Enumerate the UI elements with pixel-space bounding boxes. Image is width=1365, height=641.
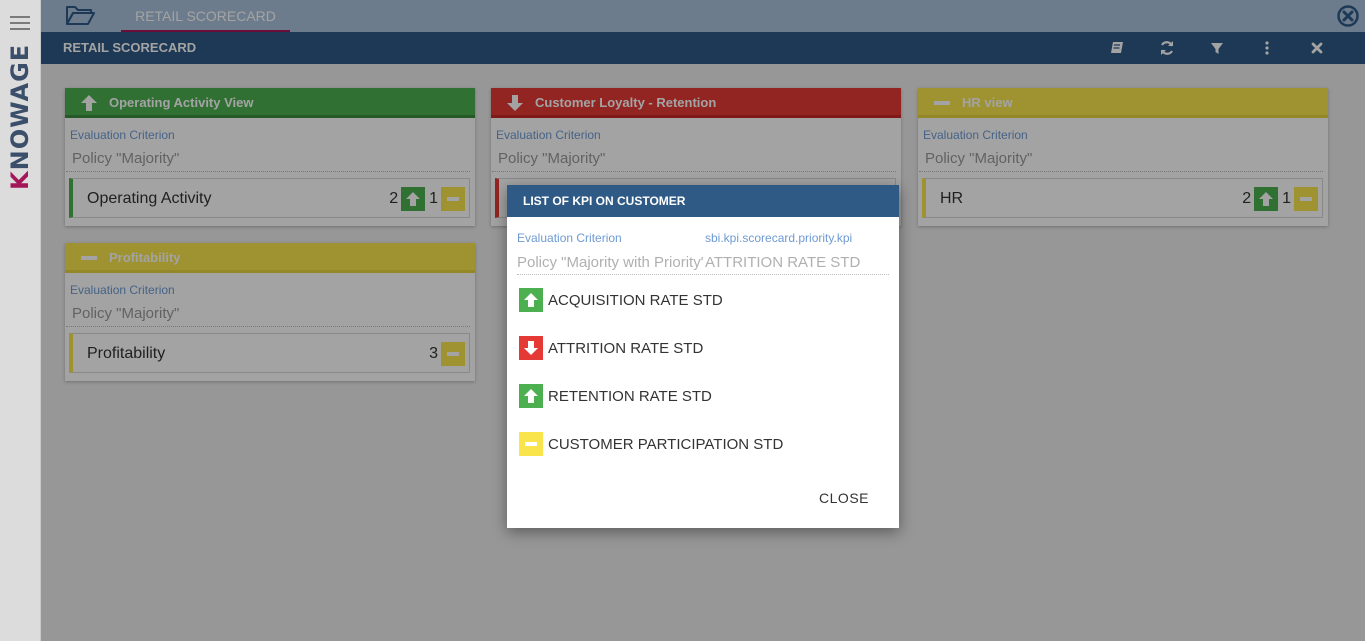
kpi-item[interactable]: ATTRITION RATE STD <box>519 336 703 360</box>
priority-label: sbi.kpi.scorecard.priority.kpi <box>705 231 853 245</box>
arrow-up-icon <box>519 384 543 408</box>
minus-icon <box>519 432 543 456</box>
priority-value: ATTRITION RATE STD <box>705 254 861 271</box>
kpi-item[interactable]: CUSTOMER PARTICIPATION STD <box>519 432 783 456</box>
menu-icon[interactable] <box>10 16 30 30</box>
kpi-list-dialog: LIST OF KPI ON CUSTOMER Evaluation Crite… <box>507 185 899 528</box>
dialog-title: LIST OF KPI ON CUSTOMER <box>507 185 899 217</box>
brand-logo: KNOWAGE <box>6 43 34 190</box>
kpi-label: ATTRITION RATE STD <box>548 339 704 357</box>
dialog-criterion: Evaluation Criterion sbi.kpi.scorecard.p… <box>517 217 889 275</box>
arrow-down-icon <box>519 336 543 360</box>
left-sidebar: KNOWAGE <box>0 0 41 641</box>
kpi-label: RETENTION RATE STD <box>548 387 712 405</box>
close-button[interactable]: CLOSE <box>811 486 877 510</box>
criterion-label: Evaluation Criterion <box>517 231 622 245</box>
kpi-label: ACQUISITION RATE STD <box>548 291 723 309</box>
arrow-up-icon <box>519 288 543 312</box>
criterion-value: Policy "Majority with Priority" <box>517 254 703 271</box>
kpi-item[interactable]: RETENTION RATE STD <box>519 384 712 408</box>
kpi-item[interactable]: ACQUISITION RATE STD <box>519 288 723 312</box>
kpi-label: CUSTOMER PARTICIPATION STD <box>548 435 784 453</box>
